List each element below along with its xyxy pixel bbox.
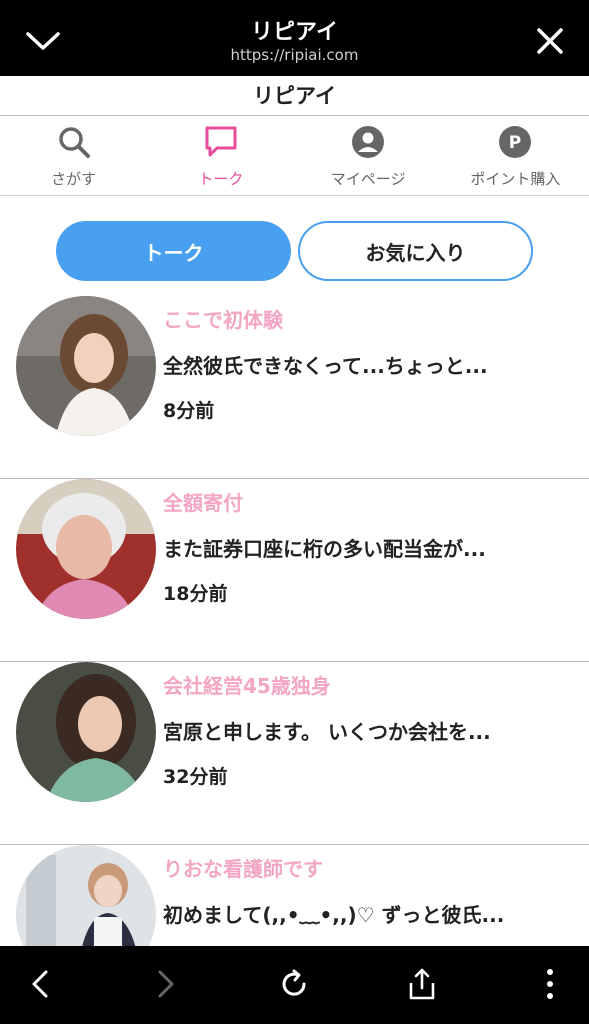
- forward-icon[interactable]: [148, 966, 184, 1002]
- conversation-list: ここで初体験 全然彼氏できなくって...ちょっと... 8分前 全額寄付 また証…: [0, 296, 589, 1024]
- nav-item-mypage[interactable]: マイページ: [295, 116, 442, 195]
- nav-label-points: ポイント購入: [470, 170, 561, 188]
- nav-label-talk: トーク: [198, 170, 244, 188]
- conversation-name: 全額寄付: [163, 491, 243, 515]
- user-icon: [348, 122, 388, 162]
- svg-text:P: P: [509, 133, 521, 153]
- conversation-row[interactable]: ここで初体験 全然彼氏できなくって...ちょっと... 8分前: [0, 296, 589, 479]
- conversation-row[interactable]: 会社経営45歳独身 宮原と申します。 いくつか会社を... 32分前: [0, 662, 589, 845]
- conversation-message: 初めまして(,,•﹏•,,)♡ ずっと彼氏...: [163, 903, 505, 927]
- conversation-time: 18分前: [163, 583, 228, 605]
- conversation-row[interactable]: 全額寄付 また証券口座に桁の多い配当金が... 18分前: [0, 479, 589, 662]
- conversation-time: 32分前: [163, 766, 228, 788]
- nav-item-search[interactable]: さがす: [0, 116, 147, 195]
- nav-label-search: さがす: [51, 170, 97, 188]
- back-icon[interactable]: [22, 966, 58, 1002]
- search-icon: [54, 122, 94, 162]
- reload-icon[interactable]: [276, 966, 312, 1002]
- share-icon[interactable]: [404, 966, 440, 1002]
- browser-url: https://ripiai.com: [230, 46, 359, 64]
- browser-top-bar: リピアイ https://ripiai.com: [0, 0, 589, 76]
- conversation-name: ここで初体験: [163, 308, 283, 332]
- nav-label-mypage: マイページ: [330, 170, 406, 188]
- avatar: [16, 662, 156, 802]
- browser-title: リピアイ: [251, 20, 338, 45]
- browser-bottom-bar: [0, 946, 589, 1024]
- segment-tabs: トーク お気に入り: [56, 221, 533, 281]
- nav-item-points[interactable]: P ポイント購入: [442, 116, 589, 195]
- talk-tab-button[interactable]: トーク: [56, 221, 291, 281]
- conversation-message: また証券口座に桁の多い配当金が...: [163, 537, 486, 561]
- conversation-name: りおな看護師です: [163, 857, 323, 881]
- conversation-message: 全然彼氏できなくって...ちょっと...: [163, 354, 488, 378]
- favorites-tab-button[interactable]: お気に入り: [298, 221, 533, 281]
- chat-icon: [201, 122, 241, 162]
- app-title: リピアイ: [0, 76, 589, 116]
- conversation-message: 宮原と申します。 いくつか会社を...: [163, 720, 491, 744]
- conversation-name: 会社経営45歳独身: [163, 674, 331, 698]
- main-nav: さがす トーク マイページ P ポイント購入: [0, 116, 589, 196]
- points-icon: P: [495, 122, 535, 162]
- avatar: [16, 479, 156, 619]
- more-icon[interactable]: [532, 966, 568, 1002]
- conversation-time: 8分前: [163, 400, 215, 422]
- avatar: [16, 296, 156, 436]
- close-icon[interactable]: [535, 26, 565, 56]
- nav-item-talk[interactable]: トーク: [147, 116, 294, 195]
